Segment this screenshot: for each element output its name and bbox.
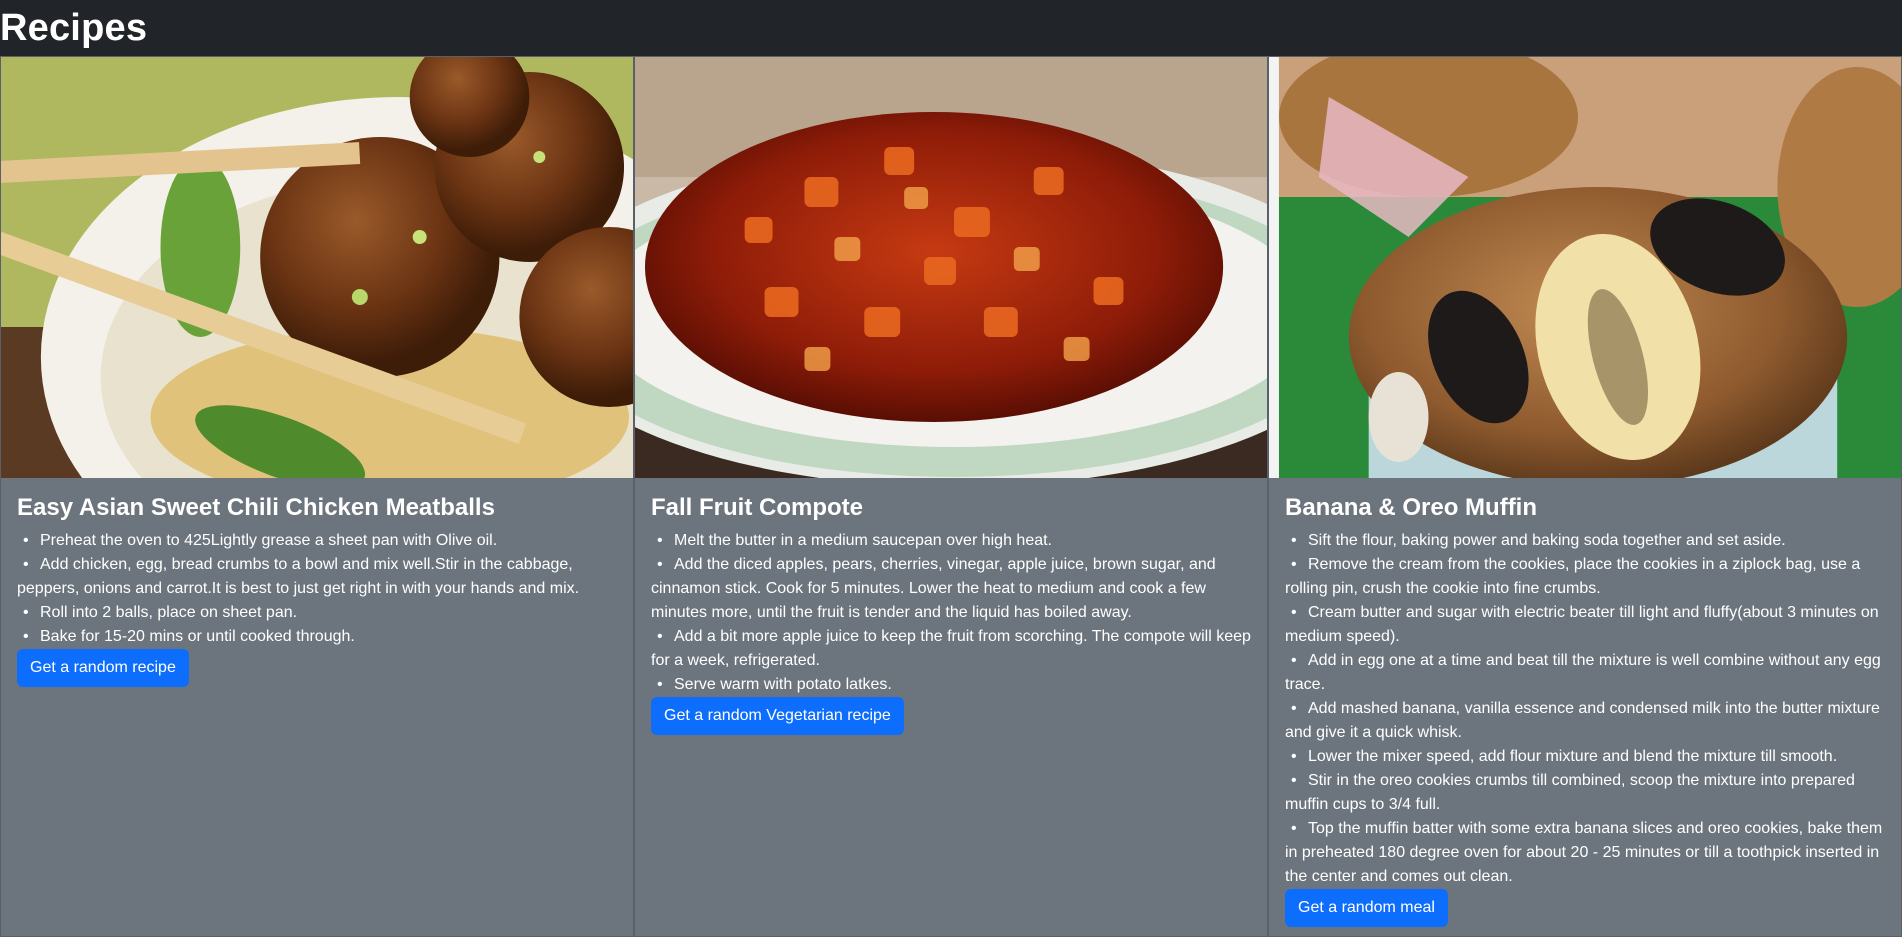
recipe-card-muffin: Banana & Oreo Muffin • Sift the flour, ba… — [1268, 56, 1902, 937]
bullet-icon: • — [1291, 747, 1297, 765]
recipe-cards: Easy Asian Sweet Chili Chicken Meatballs… — [0, 56, 1902, 937]
recipe-step: • Top the muffin batter with some extra b… — [1285, 817, 1885, 889]
recipe-step: • Preheat the oven to 425Lightly grease a… — [17, 529, 617, 553]
recipe-step: • Remove the cream from the cookies, plac… — [1285, 553, 1885, 601]
bullet-icon: • — [657, 531, 663, 549]
recipe-step: • Roll into 2 balls, place on sheet pan. — [17, 601, 617, 625]
recipe-card-meatballs: Easy Asian Sweet Chili Chicken Meatballs… — [0, 56, 634, 937]
bullet-icon: • — [23, 555, 29, 573]
bullet-icon: • — [657, 627, 663, 645]
random-vegetarian-recipe-button[interactable]: Get a random Vegetarian recipe — [651, 696, 904, 735]
bullet-icon: • — [1291, 603, 1297, 621]
recipe-step: • Add mashed banana, vanilla essence and … — [1285, 697, 1885, 745]
recipe-step: • Add chicken, egg, bread crumbs to a bow… — [17, 553, 617, 601]
meatballs-photo — [1, 57, 633, 478]
bullet-icon: • — [657, 555, 663, 573]
recipe-step: • Add in egg one at a time and beat till … — [1285, 649, 1885, 697]
bullet-icon: • — [23, 627, 29, 645]
recipe-step: • Add a bit more apple juice to keep the … — [651, 625, 1251, 673]
recipe-image-muffin — [1269, 57, 1901, 478]
bullet-icon: • — [1291, 771, 1297, 789]
recipe-step: • Bake for 15-20 mins or until cooked thr… — [17, 625, 617, 649]
recipe-step: • Lower the mixer speed, add flour mixtur… — [1285, 745, 1885, 769]
page-header: Recipes — [0, 0, 1902, 56]
recipe-step: • Serve warm with potato latkes. — [651, 673, 1251, 697]
recipe-step: • Stir in the oreo cookies crumbs till co… — [1285, 769, 1885, 817]
recipe-card-compote: Fall Fruit Compote • Melt the butter in a… — [634, 56, 1268, 937]
bullet-icon: • — [1291, 651, 1297, 669]
recipe-steps: • Sift the flour, baking power and baking… — [1285, 529, 1885, 889]
recipe-step: • Add the diced apples, pears, cherries, … — [651, 553, 1251, 625]
recipe-step: • Cream butter and sugar with electric be… — [1285, 601, 1885, 649]
recipe-body-compote: Fall Fruit Compote • Melt the butter in a… — [635, 478, 1267, 751]
recipe-steps: • Preheat the oven to 425Lightly grease a… — [17, 529, 617, 649]
recipe-steps: • Melt the butter in a medium saucepan ov… — [651, 529, 1251, 697]
bullet-icon: • — [1291, 699, 1297, 717]
bullet-icon: • — [1291, 555, 1297, 573]
recipe-title: Banana & Oreo Muffin — [1285, 494, 1538, 521]
recipe-body-meatballs: Easy Asian Sweet Chili Chicken Meatballs… — [1, 478, 633, 703]
bullet-icon: • — [1291, 819, 1297, 837]
bullet-icon: • — [1291, 531, 1297, 549]
random-recipe-button[interactable]: Get a random recipe — [17, 648, 189, 687]
bullet-icon: • — [23, 531, 29, 549]
recipe-title: Easy Asian Sweet Chili Chicken Meatballs — [17, 494, 495, 521]
bullet-icon: • — [23, 603, 29, 621]
recipe-title: Fall Fruit Compote — [651, 494, 863, 521]
recipe-body-muffin: Banana & Oreo Muffin • Sift the flour, ba… — [1269, 478, 1901, 936]
bullet-icon: • — [657, 675, 663, 693]
recipe-step: • Melt the butter in a medium saucepan ov… — [651, 529, 1251, 553]
muffin-photo — [1269, 57, 1901, 478]
compote-photo — [635, 57, 1267, 478]
page-title: Recipes — [0, 7, 148, 49]
random-meal-button[interactable]: Get a random meal — [1285, 888, 1448, 927]
recipe-image-compote — [635, 57, 1267, 478]
recipe-step: • Sift the flour, baking power and baking… — [1285, 529, 1885, 553]
recipe-image-meatballs — [1, 57, 633, 478]
